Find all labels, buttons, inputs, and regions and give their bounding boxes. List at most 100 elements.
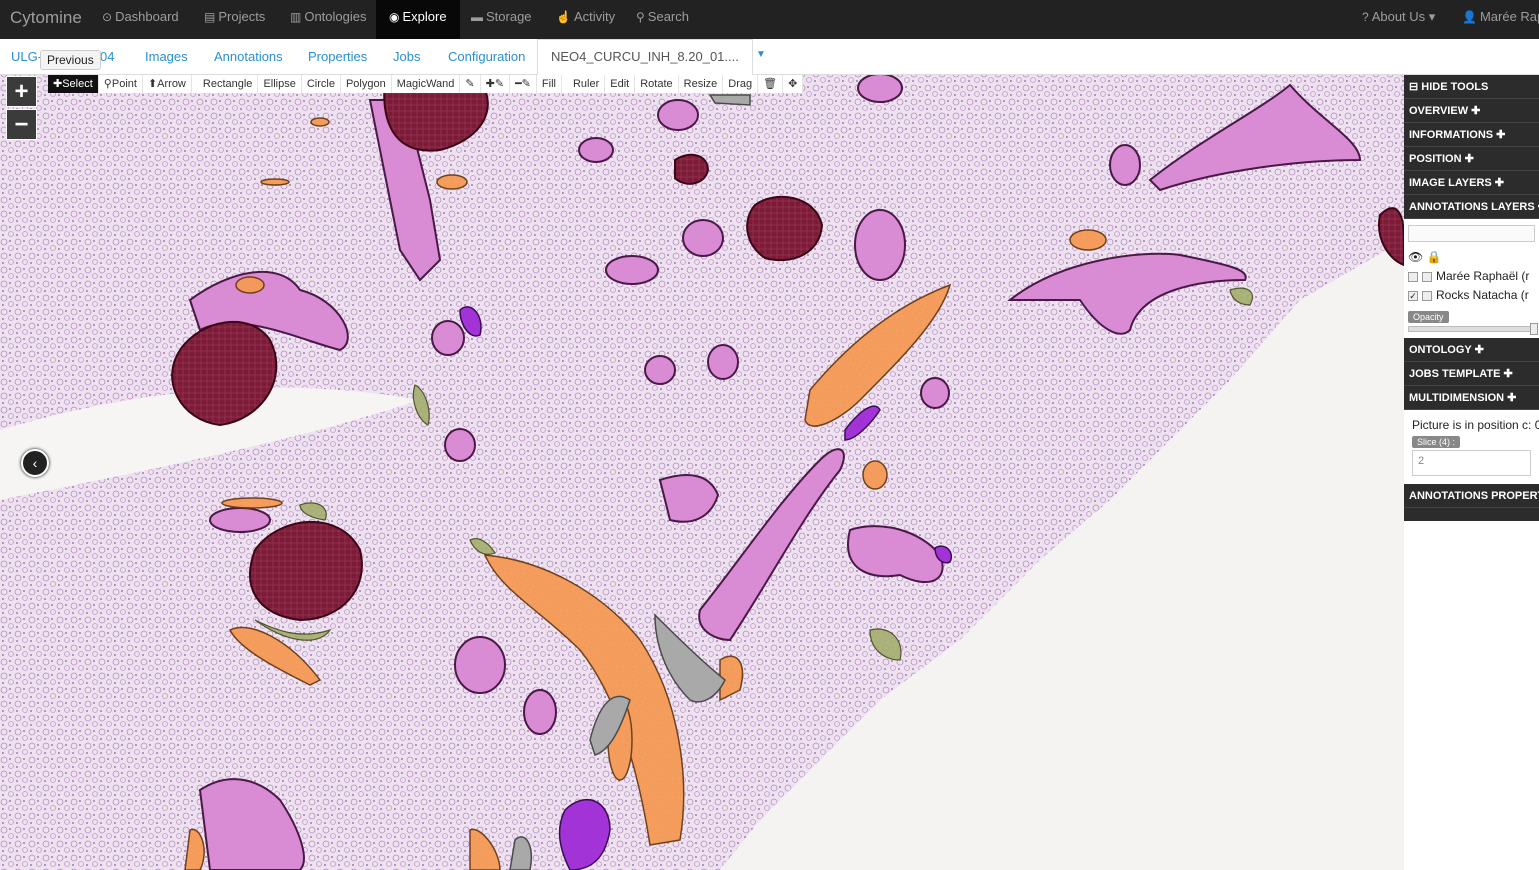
image-tabbar: ULG- 04 Images Annotations Properties Jo… <box>0 39 1539 75</box>
tool-edit[interactable]: Edit <box>605 75 636 93</box>
layer-item: ✓ Rocks Natacha (r <box>1408 288 1529 302</box>
annotations-properties-section[interactable]: ANNOTATIONS PROPERT <box>1404 484 1539 508</box>
tool-drag[interactable]: Drag <box>723 75 759 93</box>
tool-move[interactable]: ✥ <box>783 75 804 93</box>
zoom-in-button[interactable]: + <box>6 76 37 107</box>
layer-item: Marée Raphaël (r <box>1408 267 1535 286</box>
tab-images[interactable]: Images <box>145 49 188 64</box>
nav-activity[interactable]: ☝ Activity <box>546 0 625 39</box>
previous-image-button[interactable]: ‹ <box>21 449 49 477</box>
layer-visible-checkbox[interactable] <box>1408 271 1418 282</box>
position-section[interactable]: POSITION ✚ <box>1404 147 1539 171</box>
nav-explore[interactable]: ◉ Explore <box>376 0 460 39</box>
slice-label: Slice (4) : <box>1412 436 1461 448</box>
tool-freehand-union[interactable]: ✚✎ <box>480 75 511 93</box>
projects-icon: ▤ <box>204 10 216 24</box>
question-icon: ? <box>1362 10 1369 24</box>
tab-configuration[interactable]: Configuration <box>448 49 525 64</box>
tool-rectangle[interactable]: Rectangle <box>197 75 259 93</box>
annotation-layers-box: 👁 🔒 Marée Raphaël (r ✓ Rocks Natacha (r O… <box>1404 219 1539 338</box>
tool-point[interactable]: ⚲Point <box>98 75 143 93</box>
image-viewer[interactable] <box>0 75 1404 870</box>
jobs-template-section[interactable]: JOBS TEMPLATE ✚ <box>1404 362 1539 386</box>
lock-icon[interactable]: 🔒 <box>1427 250 1442 264</box>
pencil-icon: ✎ <box>465 78 475 90</box>
layer-lock-checkbox[interactable] <box>1422 290 1432 301</box>
slice-input[interactable]: 2 <box>1412 450 1531 476</box>
nav-user[interactable]: 👤Marée Raph <box>1452 0 1539 39</box>
top-navbar: Cytomine ⊙ Dashboard ▤ Projects ▥ Ontologie… <box>0 0 1539 39</box>
arrow-up-icon: ⬆ <box>147 78 158 90</box>
layer-lock-checkbox[interactable] <box>1422 271 1432 282</box>
opacity-slider-handle[interactable] <box>1530 323 1538 335</box>
layer-visible-checkbox[interactable]: ✓ <box>1408 290 1418 301</box>
tissue-region <box>0 75 1404 870</box>
plus-icon: ✚ <box>1471 344 1484 356</box>
tab-properties[interactable]: Properties <box>308 49 367 64</box>
trash-icon: 🗑 <box>763 78 778 90</box>
hide-tools-toggle[interactable]: ⊟ HIDE TOOLS <box>1404 75 1539 99</box>
plus-icon: ✚ <box>1535 201 1539 213</box>
tabs-dropdown-icon[interactable]: ▼ <box>756 49 766 60</box>
search-icon: ⚲ <box>636 10 645 24</box>
tab-project-prefix[interactable]: ULG- <box>11 49 42 64</box>
nav-storage[interactable]: ▬ Storage <box>461 0 542 39</box>
tab-current-image[interactable]: NEO4_CURCU_INH_8.20_01.... <box>537 39 753 75</box>
multidimension-section[interactable]: MULTIDIMENSION ✚ <box>1404 386 1539 410</box>
opacity-label: Opacity <box>1408 311 1449 323</box>
tool-ruler[interactable]: Ruler <box>567 75 606 93</box>
plus-pencil-icon: ✚✎ <box>485 78 505 90</box>
multidimension-box: Picture is in position c: 0 Slice (4) : … <box>1404 410 1539 484</box>
layer-select[interactable] <box>1408 225 1535 242</box>
tab-jobs[interactable]: Jobs <box>393 49 420 64</box>
eye-icon: ◉ <box>389 10 400 24</box>
tool-polygon[interactable]: Polygon <box>340 75 392 93</box>
tool-delete[interactable]: 🗑 <box>758 75 784 93</box>
tool-ellipse[interactable]: Ellipse <box>258 75 302 93</box>
plus-icon: ✚ <box>1491 177 1505 189</box>
tab-annotations[interactable]: Annotations <box>214 49 283 64</box>
position-text: Picture is in position c: 0 <box>1412 418 1539 432</box>
image-layers-section[interactable]: IMAGE LAYERS ✚ <box>1404 171 1539 195</box>
opacity-slider[interactable] <box>1408 323 1538 335</box>
plus-icon: ✚ <box>1461 153 1474 165</box>
tool-freehand[interactable]: ✎ <box>460 75 481 93</box>
map-marker-icon: ⚲ <box>103 78 112 90</box>
overview-section[interactable]: OVERVIEW ✚ <box>1404 99 1539 123</box>
tool-freehand-diff[interactable]: ━✎ <box>510 75 537 93</box>
drawing-toolbar: ✚Select ⚲Point ⬆Arrow Rectangle Ellipse … <box>48 75 804 93</box>
minus-pencil-icon: ━✎ <box>515 78 531 90</box>
slide-image[interactable] <box>0 75 1404 870</box>
plus-icon: ✚ <box>1504 392 1517 404</box>
tool-resize[interactable]: Resize <box>678 75 724 93</box>
nav-search[interactable]: ⚲ Search <box>626 0 699 39</box>
eye-icon[interactable]: 👁 <box>1408 250 1423 264</box>
move-arrows-icon: ✥ <box>788 78 798 90</box>
brand-logo[interactable]: Cytomine <box>10 8 82 28</box>
informations-section[interactable]: INFORMATIONS ✚ <box>1404 123 1539 147</box>
tool-fill[interactable]: Fill <box>536 75 562 93</box>
previous-tooltip: Previous <box>40 50 101 70</box>
tool-arrow[interactable]: ⬆Arrow <box>142 75 192 93</box>
app-window: Cytomine ⊙ Dashboard ▤ Projects ▥ Ontologie… <box>0 0 1539 870</box>
layer-header: 👁 🔒 <box>1408 248 1535 267</box>
minus-square-icon: ⊟ <box>1409 81 1422 93</box>
dashboard-icon: ⊙ <box>102 10 113 24</box>
nav-about[interactable]: ? About Us ▾ <box>1352 0 1445 39</box>
tool-select[interactable]: ✚Select <box>48 75 99 93</box>
plus-icon: ✚ <box>1468 105 1481 117</box>
tool-magicwand[interactable]: MagicWand <box>391 75 461 93</box>
nav-projects[interactable]: ▤ Projects <box>194 0 275 39</box>
nav-dashboard[interactable]: ⊙ Dashboard <box>92 0 189 39</box>
zoom-out-button[interactable]: − <box>6 109 37 140</box>
tools-panel: ⊟ HIDE TOOLS OVERVIEW ✚ INFORMATIONS ✚ P… <box>1404 75 1539 521</box>
tool-rotate[interactable]: Rotate <box>635 75 679 93</box>
tab-project-suffix[interactable]: 04 <box>100 49 114 64</box>
annotations-layers-section[interactable]: ANNOTATIONS LAYERS ✚ <box>1404 195 1539 219</box>
activity-icon: ☝ <box>556 10 571 24</box>
nav-ontologies[interactable]: ▥ Ontologies <box>280 0 377 39</box>
ontologies-icon: ▥ <box>290 10 302 24</box>
tool-circle[interactable]: Circle <box>301 75 341 93</box>
ontology-section[interactable]: ONTOLOGY ✚ <box>1404 338 1539 362</box>
plus-icon: ✚ <box>1500 368 1513 380</box>
